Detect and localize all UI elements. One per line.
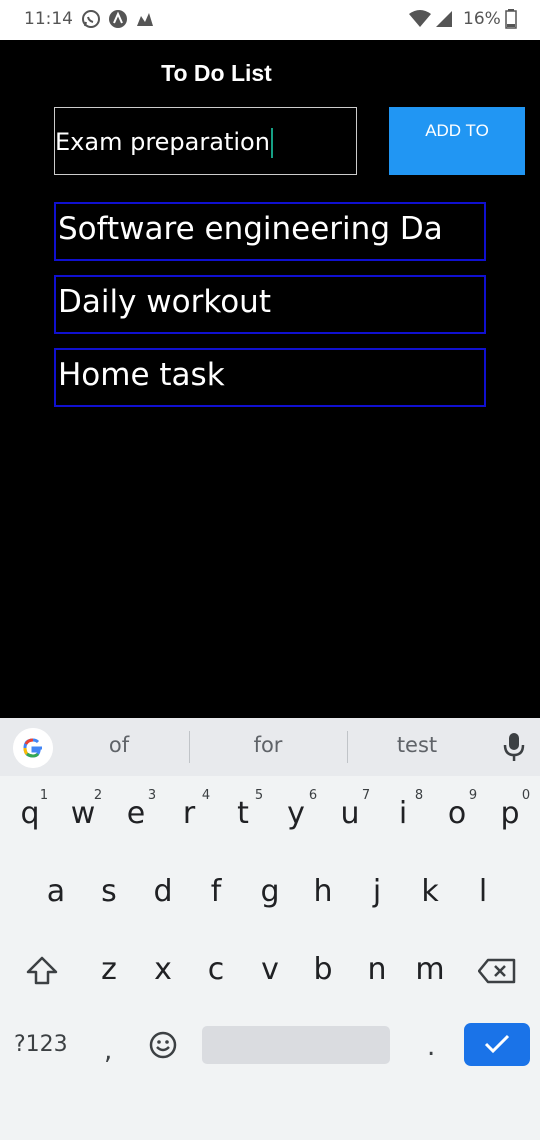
backspace-icon[interactable]	[478, 958, 516, 984]
key-e[interactable]: e	[116, 796, 156, 831]
key-a[interactable]: a	[36, 874, 76, 909]
key-p[interactable]: p	[490, 796, 530, 831]
key-d[interactable]: d	[143, 874, 183, 909]
key-t[interactable]: t	[223, 796, 263, 831]
battery-percent: 16%	[463, 9, 501, 29]
page-title: To Do List	[161, 60, 272, 86]
key-f[interactable]: f	[196, 874, 236, 909]
signal-icon	[436, 11, 452, 27]
vlc-icon	[137, 13, 153, 26]
google-icon[interactable]	[13, 728, 53, 768]
period-key[interactable]: .	[427, 1032, 435, 1062]
todo-app: To Do List Exam preparation ADD TO Softw…	[0, 40, 540, 718]
list-item[interactable]: Home task	[54, 348, 486, 407]
status-bar: 11:14 16%	[0, 0, 540, 40]
suggestion-item[interactable]: of	[59, 733, 179, 757]
suggestion-bar: of for test	[0, 718, 540, 776]
text-cursor	[270, 128, 273, 158]
mic-icon[interactable]	[503, 732, 525, 762]
space-key[interactable]	[202, 1026, 390, 1064]
key-w[interactable]: w	[63, 796, 103, 831]
key-b[interactable]: b	[303, 952, 343, 987]
key-m[interactable]: m	[410, 952, 450, 987]
todo-input[interactable]: Exam preparation	[54, 107, 357, 175]
suggestion-divider	[189, 731, 190, 763]
suggestion-item[interactable]: test	[357, 733, 477, 757]
key-k[interactable]: k	[410, 874, 450, 909]
key-o[interactable]: o	[437, 796, 477, 831]
list-item[interactable]: Daily workout	[54, 275, 486, 334]
symbols-key[interactable]: ?123	[14, 1032, 68, 1057]
battery-icon	[505, 9, 517, 29]
suggestion-divider	[347, 731, 348, 763]
shift-icon[interactable]	[26, 956, 58, 986]
key-r[interactable]: r	[169, 796, 209, 831]
keyboard: of for test 1 2 3 4 5 6 7 8 9 0 q w e r …	[0, 718, 540, 1140]
key-i[interactable]: i	[383, 796, 423, 831]
enter-key[interactable]	[464, 1023, 530, 1066]
check-icon	[484, 1034, 510, 1054]
key-s[interactable]: s	[89, 874, 129, 909]
key-q[interactable]: q	[10, 796, 50, 831]
key-h[interactable]: h	[303, 874, 343, 909]
key-z[interactable]: z	[89, 952, 129, 987]
wifi-icon	[409, 10, 431, 27]
key-u[interactable]: u	[330, 796, 370, 831]
add-button[interactable]: ADD TO	[389, 107, 525, 175]
status-time: 11:14	[24, 9, 73, 29]
key-v[interactable]: v	[250, 952, 290, 987]
key-c[interactable]: c	[196, 952, 236, 987]
emoji-icon[interactable]	[149, 1031, 177, 1059]
comma-key[interactable]: ,	[104, 1036, 112, 1066]
suggestion-item[interactable]: for	[208, 733, 328, 757]
todo-input-text: Exam preparation	[55, 128, 270, 156]
list-item[interactable]: Software engineering Da	[54, 202, 486, 261]
key-l[interactable]: l	[463, 874, 503, 909]
key-x[interactable]: x	[143, 952, 183, 987]
key-y[interactable]: y	[276, 796, 316, 831]
key-n[interactable]: n	[357, 952, 397, 987]
app-icon	[109, 10, 127, 28]
key-j[interactable]: j	[357, 874, 397, 909]
whatsapp-icon	[82, 10, 100, 28]
key-g[interactable]: g	[250, 874, 290, 909]
